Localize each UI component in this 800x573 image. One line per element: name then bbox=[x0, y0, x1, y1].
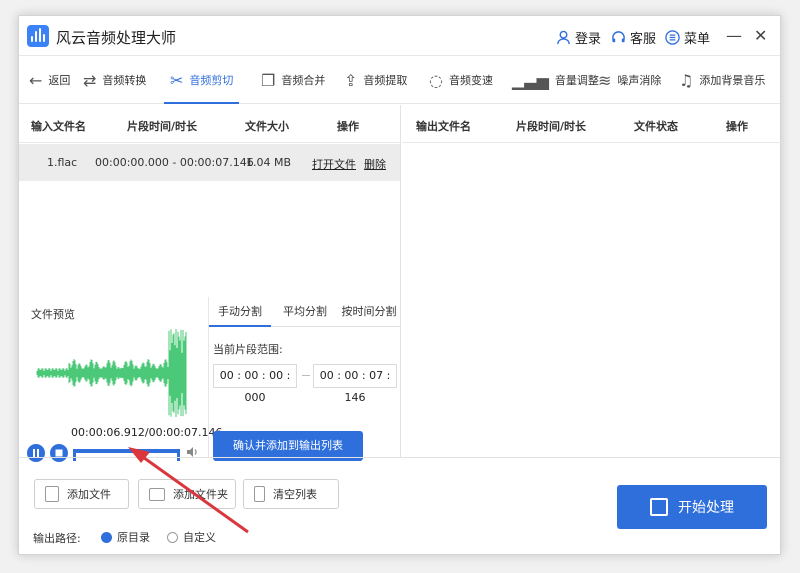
annotation-arrow bbox=[128, 447, 249, 534]
